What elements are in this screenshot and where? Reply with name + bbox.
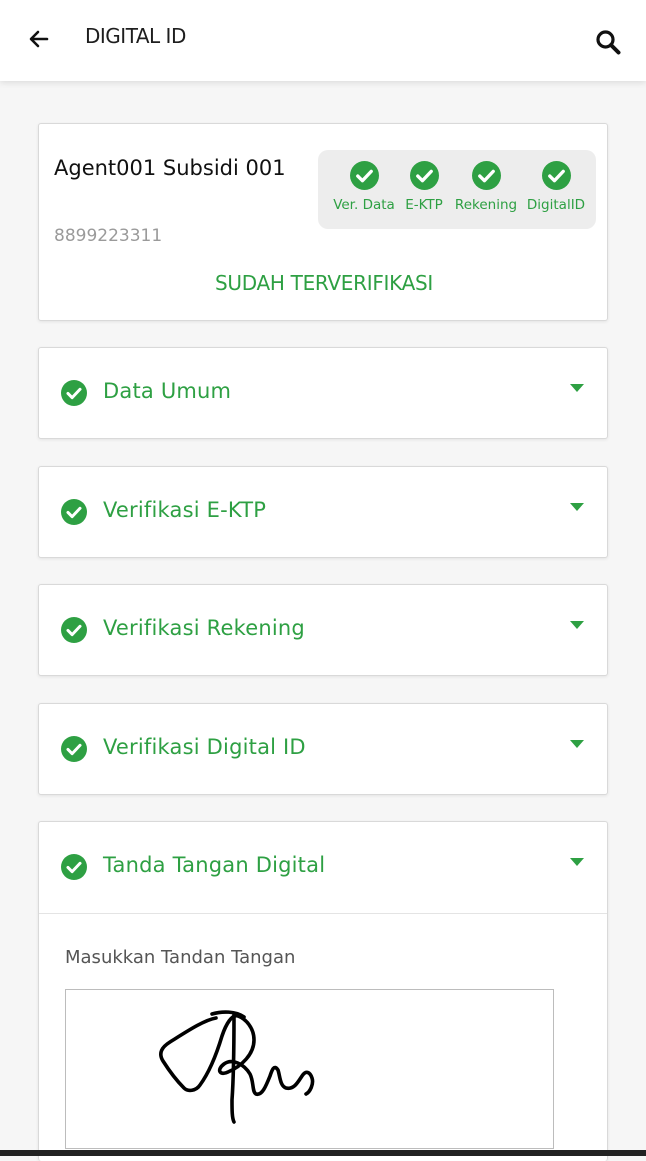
section-header[interactable]: Data Umum bbox=[39, 348, 609, 440]
agent-summary-card: Agent001 Subsidi 001 8899223311 Ver. Dat… bbox=[38, 123, 608, 321]
arrow-left-icon bbox=[29, 30, 49, 48]
search-icon bbox=[596, 30, 621, 55]
step-rekening: Rekening bbox=[446, 150, 526, 229]
search-button[interactable] bbox=[592, 27, 624, 57]
signature-pad[interactable] bbox=[65, 989, 554, 1149]
caret-down-icon[interactable] bbox=[569, 857, 585, 867]
app-bar: DIGITAL ID bbox=[0, 0, 646, 81]
verification-steps: Ver. Data E-KTP Rekening DigitalID bbox=[318, 150, 596, 229]
step-digitalid: DigitalID bbox=[516, 150, 596, 229]
section-header[interactable]: Verifikasi Digital ID bbox=[39, 704, 609, 796]
section-title: Tanda Tangan Digital bbox=[103, 853, 326, 877]
check-circle-icon bbox=[61, 617, 87, 643]
check-circle-icon bbox=[61, 380, 87, 406]
section-header[interactable]: Verifikasi Rekening bbox=[39, 585, 609, 677]
caret-down-icon[interactable] bbox=[569, 739, 585, 749]
verification-status: SUDAH TERVERIFIKASI bbox=[215, 271, 433, 295]
section-header[interactable]: Tanda Tangan Digital bbox=[39, 822, 609, 914]
page-title: DIGITAL ID bbox=[85, 24, 186, 48]
check-circle-icon bbox=[61, 854, 87, 880]
divider bbox=[39, 913, 607, 914]
step-label: DigitalID bbox=[526, 197, 586, 213]
agent-name: Agent001 Subsidi 001 bbox=[54, 156, 286, 180]
section-verifikasi-ektp[interactable]: Verifikasi E-KTP bbox=[38, 466, 608, 558]
check-circle-icon bbox=[61, 499, 87, 525]
check-circle-icon bbox=[541, 161, 571, 190]
check-circle-icon bbox=[409, 161, 439, 190]
section-title: Verifikasi Rekening bbox=[103, 616, 305, 640]
caret-down-icon[interactable] bbox=[569, 502, 585, 512]
agent-phone: 8899223311 bbox=[54, 226, 163, 246]
caret-down-icon[interactable] bbox=[569, 620, 585, 630]
signature-label: Masukkan Tandan Tangan bbox=[65, 947, 296, 968]
signature-drawing bbox=[159, 1010, 315, 1124]
section-tanda-tangan-digital: Tanda Tangan Digital Masukkan Tandan Tan… bbox=[38, 821, 608, 1161]
check-circle-icon bbox=[61, 736, 87, 762]
section-header[interactable]: Verifikasi E-KTP bbox=[39, 467, 609, 559]
check-circle-icon bbox=[349, 161, 379, 190]
step-label: E-KTP bbox=[405, 197, 443, 213]
back-button[interactable] bbox=[24, 24, 54, 54]
section-data-umum[interactable]: Data Umum bbox=[38, 347, 608, 439]
caret-down-icon[interactable] bbox=[569, 383, 585, 393]
step-label: Rekening bbox=[454, 197, 518, 213]
system-nav-bar bbox=[0, 1150, 646, 1156]
check-circle-icon bbox=[471, 161, 501, 190]
section-title: Data Umum bbox=[103, 379, 232, 403]
section-title: Verifikasi E-KTP bbox=[103, 498, 267, 522]
section-verifikasi-digital-id[interactable]: Verifikasi Digital ID bbox=[38, 703, 608, 795]
section-verifikasi-rekening[interactable]: Verifikasi Rekening bbox=[38, 584, 608, 676]
section-title: Verifikasi Digital ID bbox=[103, 735, 306, 759]
